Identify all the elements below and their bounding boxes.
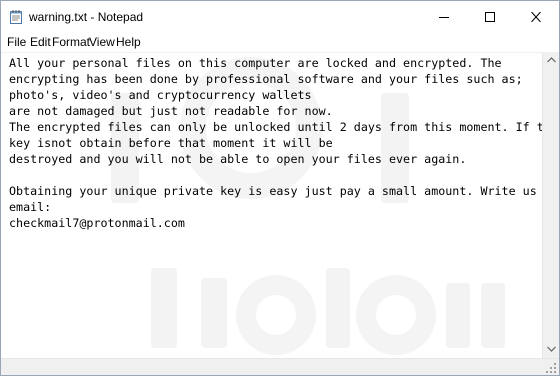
status-strip [1, 358, 559, 375]
document-text[interactable]: All your personal files on this computer… [9, 55, 542, 231]
close-button[interactable] [513, 1, 559, 33]
menu-help[interactable]: Help [116, 34, 141, 50]
maximize-icon [485, 12, 495, 22]
notepad-icon [10, 10, 22, 24]
menu-format[interactable]: Format [52, 34, 90, 50]
minimize-icon [439, 17, 449, 18]
minimize-button[interactable] [421, 1, 467, 33]
menu-bar: File Edit Format View Help [1, 33, 559, 52]
menu-file[interactable]: File [7, 34, 26, 50]
menu-view[interactable]: View [89, 34, 115, 50]
scroll-up-button[interactable] [543, 52, 559, 69]
maximize-button[interactable] [467, 1, 513, 33]
scroll-down-arrow-icon [547, 346, 556, 352]
vertical-scrollbar[interactable] [542, 52, 559, 358]
menu-edit[interactable]: Edit [30, 34, 51, 50]
text-editor-area[interactable]: All your personal files on this computer… [1, 52, 542, 359]
window-title: warning.txt - Notepad [29, 10, 144, 24]
notepad-window: warning.txt - Notepad File Edit Format V… [0, 0, 560, 376]
scroll-up-arrow-icon [547, 57, 556, 63]
close-icon [531, 12, 541, 22]
title-bar[interactable]: warning.txt - Notepad [1, 1, 559, 33]
scroll-down-button[interactable] [543, 341, 559, 358]
resize-grip-icon[interactable] [545, 362, 557, 374]
